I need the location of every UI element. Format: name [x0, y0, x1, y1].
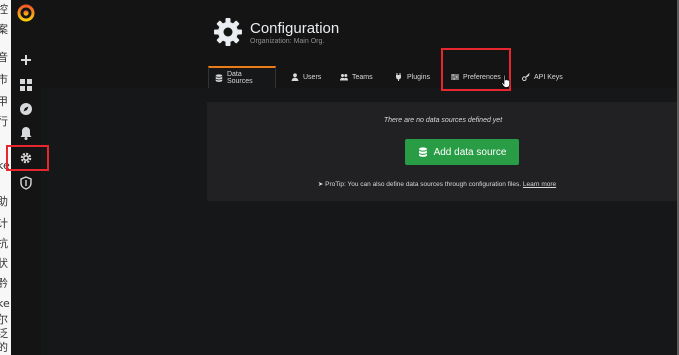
- strip-char: ke: [0, 297, 10, 310]
- strip-char: 泛: [0, 327, 8, 340]
- strip-char: 助: [0, 195, 8, 208]
- database-icon: [215, 74, 223, 82]
- dashboards-icon[interactable]: [18, 77, 34, 93]
- strip-char: 的: [0, 341, 8, 354]
- strip-char: 甲: [0, 95, 8, 108]
- page-title: Configuration: [250, 20, 340, 37]
- strip-char: 尔: [0, 313, 8, 326]
- tab-teams[interactable]: Teams: [340, 66, 373, 88]
- add-data-source-button[interactable]: Add data source: [405, 139, 519, 165]
- strip-char: 状: [0, 257, 8, 270]
- strip-char: 计: [0, 217, 8, 230]
- plug-icon: [396, 73, 401, 81]
- grafana-logo[interactable]: [17, 4, 35, 22]
- sidebar: [11, 0, 41, 355]
- tab-label: API Keys: [534, 73, 563, 81]
- gear-icon: [212, 16, 244, 48]
- strip-char: 市: [0, 73, 8, 86]
- users-icon: [340, 74, 348, 81]
- strip-char: 行: [0, 115, 8, 128]
- strip-char: 抗: [0, 237, 8, 250]
- empty-state-message: There are no data sources defined yet: [383, 117, 503, 124]
- page-subtitle: Organization: Main Org.: [250, 38, 325, 45]
- protip: ➤ ProTip: You can also define data sourc…: [207, 180, 667, 188]
- tab-label: Users: [303, 73, 322, 81]
- plus-icon[interactable]: [18, 52, 34, 68]
- tab-label: Teams: [352, 73, 373, 81]
- add-button-label: Add data source: [433, 146, 507, 158]
- tab-label: Plugins: [407, 73, 430, 81]
- tab-plugins[interactable]: Plugins: [395, 66, 430, 88]
- configuration-highlight-box: [6, 145, 49, 171]
- learn-more-link[interactable]: Learn more: [523, 181, 556, 188]
- compass-icon[interactable]: [18, 101, 34, 117]
- tab-users[interactable]: Users: [291, 66, 321, 88]
- tab-api-keys[interactable]: API Keys: [522, 66, 563, 88]
- strip-char: 控: [0, 3, 8, 16]
- strip-char: 黔: [0, 277, 8, 290]
- hand-cursor-icon: [501, 74, 511, 88]
- background-window-strip: 控 案 音 市 甲 行 ke 助 计 抗 状 黔 ke 尔 泛 的: [0, 0, 11, 355]
- protip-text: ProTip: You can also define data sources…: [325, 181, 522, 188]
- bell-icon[interactable]: [18, 125, 34, 141]
- strip-char: 音: [0, 51, 8, 64]
- key-icon: [522, 73, 530, 81]
- strip-char: 案: [0, 23, 8, 36]
- database-icon: [418, 147, 427, 157]
- tab-data-sources[interactable]: Data Sources: [208, 66, 276, 88]
- tab-label: Data Sources: [226, 71, 253, 85]
- user-icon: [291, 73, 299, 81]
- shield-icon[interactable]: [18, 175, 34, 191]
- rocket-icon: ➤: [317, 181, 324, 188]
